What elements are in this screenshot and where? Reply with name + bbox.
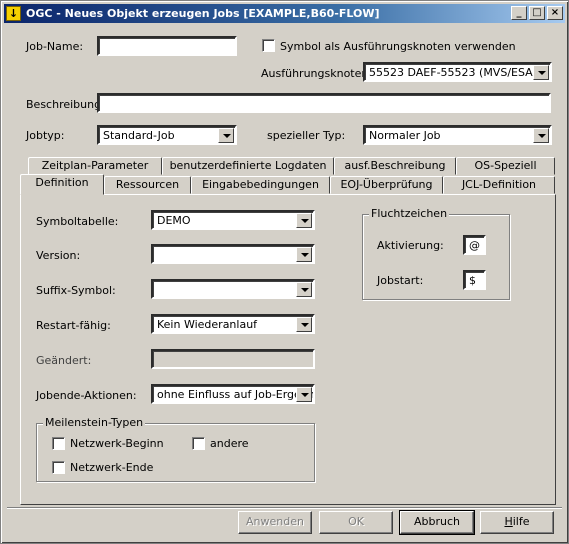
activation-input[interactable]: @: [463, 235, 486, 255]
job-type-value: Standard-Job: [103, 129, 175, 142]
description-label: Beschreibung:: [26, 98, 105, 111]
restart-label: Restart-fähig:: [36, 319, 111, 332]
help-mnemonic: H: [504, 515, 513, 528]
job-type-label: Jobtyp:: [26, 129, 65, 142]
chevron-down-icon[interactable]: [218, 128, 234, 143]
changed-label: Geändert:: [36, 354, 92, 367]
jobstart-label: Jobstart:: [377, 274, 424, 287]
milestones-group: Meilenstein-Typen Netzwerk-Beginn andere…: [36, 416, 315, 482]
network-start-label: Netzwerk-Beginn: [70, 437, 164, 450]
end-actions-value: ohne Einfluss auf Job-Ergebnis: [157, 388, 315, 401]
changed-field: [151, 349, 315, 369]
suffix-symbol-label: Suffix-Symbol:: [36, 284, 116, 297]
special-type-label: spezieller Typ:: [267, 129, 346, 142]
job-name-label: Job-Name:: [26, 40, 84, 53]
job-name-input[interactable]: [97, 36, 237, 56]
network-start-checkbox[interactable]: [52, 437, 65, 450]
network-end-checkbox[interactable]: [52, 461, 65, 474]
chevron-down-icon[interactable]: [296, 247, 312, 262]
version-label: Version:: [36, 249, 81, 262]
tab-os-speziell[interactable]: OS-Speziell: [456, 157, 555, 175]
special-type-select[interactable]: Normaler Job: [363, 125, 552, 145]
chevron-down-icon[interactable]: [533, 128, 549, 143]
tab-zeitplan-parameter[interactable]: Zeitplan-Parameter: [28, 157, 162, 175]
activation-label: Aktivierung:: [377, 239, 444, 252]
app-icon: ↓: [6, 6, 21, 21]
separator: [7, 507, 562, 509]
node-select-value: 55523 DAEF-55523 (MVS/ESA): [369, 66, 537, 79]
other-checkbox[interactable]: [192, 437, 205, 450]
tab-eingabebedingungen[interactable]: Eingabebedingungen: [191, 176, 330, 194]
chevron-down-icon[interactable]: [296, 387, 312, 402]
close-button[interactable]: ×: [547, 6, 563, 20]
suffix-symbol-select[interactable]: [151, 279, 315, 299]
help-button[interactable]: Hilfe: [480, 511, 554, 534]
symbol-as-node-checkbox[interactable]: [262, 39, 275, 52]
node-label: Ausführungsknoten:: [261, 67, 373, 80]
chevron-down-icon[interactable]: [296, 317, 312, 332]
symbol-table-value: DEMO: [157, 214, 191, 227]
maximize-button[interactable]: □: [529, 6, 545, 20]
tab-benutzerdefinierte-logdaten[interactable]: benutzerdefinierte Logdaten: [162, 157, 334, 175]
version-select[interactable]: [151, 244, 315, 264]
end-actions-label: Jobende-Aktionen:: [36, 389, 137, 402]
special-type-value: Normaler Job: [369, 129, 441, 142]
node-select[interactable]: 55523 DAEF-55523 (MVS/ESA): [363, 62, 552, 82]
restart-select[interactable]: Kein Wiederanlauf: [151, 314, 315, 334]
escape-group: Fluchtzeichen Aktivierung: @ Jobstart: $: [362, 207, 510, 300]
symbol-table-select[interactable]: DEMO: [151, 210, 315, 230]
restart-value: Kein Wiederanlauf: [157, 318, 258, 331]
chevron-down-icon[interactable]: [296, 282, 312, 297]
tab-jcl-definition[interactable]: JCL-Definition: [443, 176, 555, 194]
dialog-window: ↓ OGC - Neues Objekt erzeugen Jobs [EXAM…: [0, 0, 569, 544]
title-bar: ↓ OGC - Neues Objekt erzeugen Jobs [EXAM…: [4, 4, 565, 23]
symbol-table-label: Symboltabelle:: [36, 215, 119, 228]
minimize-button[interactable]: _: [511, 6, 527, 20]
tab-eoj-ueberpruefung[interactable]: EOJ-Überprüfung: [330, 176, 443, 194]
cancel-button[interactable]: Abbruch: [399, 510, 475, 535]
milestones-group-title: Meilenstein-Typen: [43, 416, 146, 429]
chevron-down-icon[interactable]: [296, 213, 312, 228]
jobstart-input[interactable]: $: [463, 270, 486, 290]
tab-ausf-beschreibung[interactable]: ausf.Beschreibung: [334, 157, 456, 175]
tab-ressourcen[interactable]: Ressourcen: [104, 176, 191, 194]
escape-group-title: Fluchtzeichen: [369, 207, 450, 220]
network-end-label: Netzwerk-Ende: [70, 461, 154, 474]
other-label: andere: [210, 437, 249, 450]
end-actions-select[interactable]: ohne Einfluss auf Job-Ergebnis: [151, 384, 315, 404]
description-input[interactable]: [97, 93, 551, 113]
help-label: ilfe: [512, 515, 530, 528]
chevron-down-icon[interactable]: [533, 65, 549, 80]
symbol-as-node-label: Symbol als Ausführungsknoten verwenden: [280, 40, 516, 53]
apply-button[interactable]: Anwenden: [238, 511, 312, 534]
window-title: OGC - Neues Objekt erzeugen Jobs [EXAMPL…: [26, 7, 380, 20]
job-type-select[interactable]: Standard-Job: [97, 125, 237, 145]
ok-button[interactable]: OK: [319, 511, 393, 534]
tab-definition[interactable]: Definition: [20, 174, 104, 195]
